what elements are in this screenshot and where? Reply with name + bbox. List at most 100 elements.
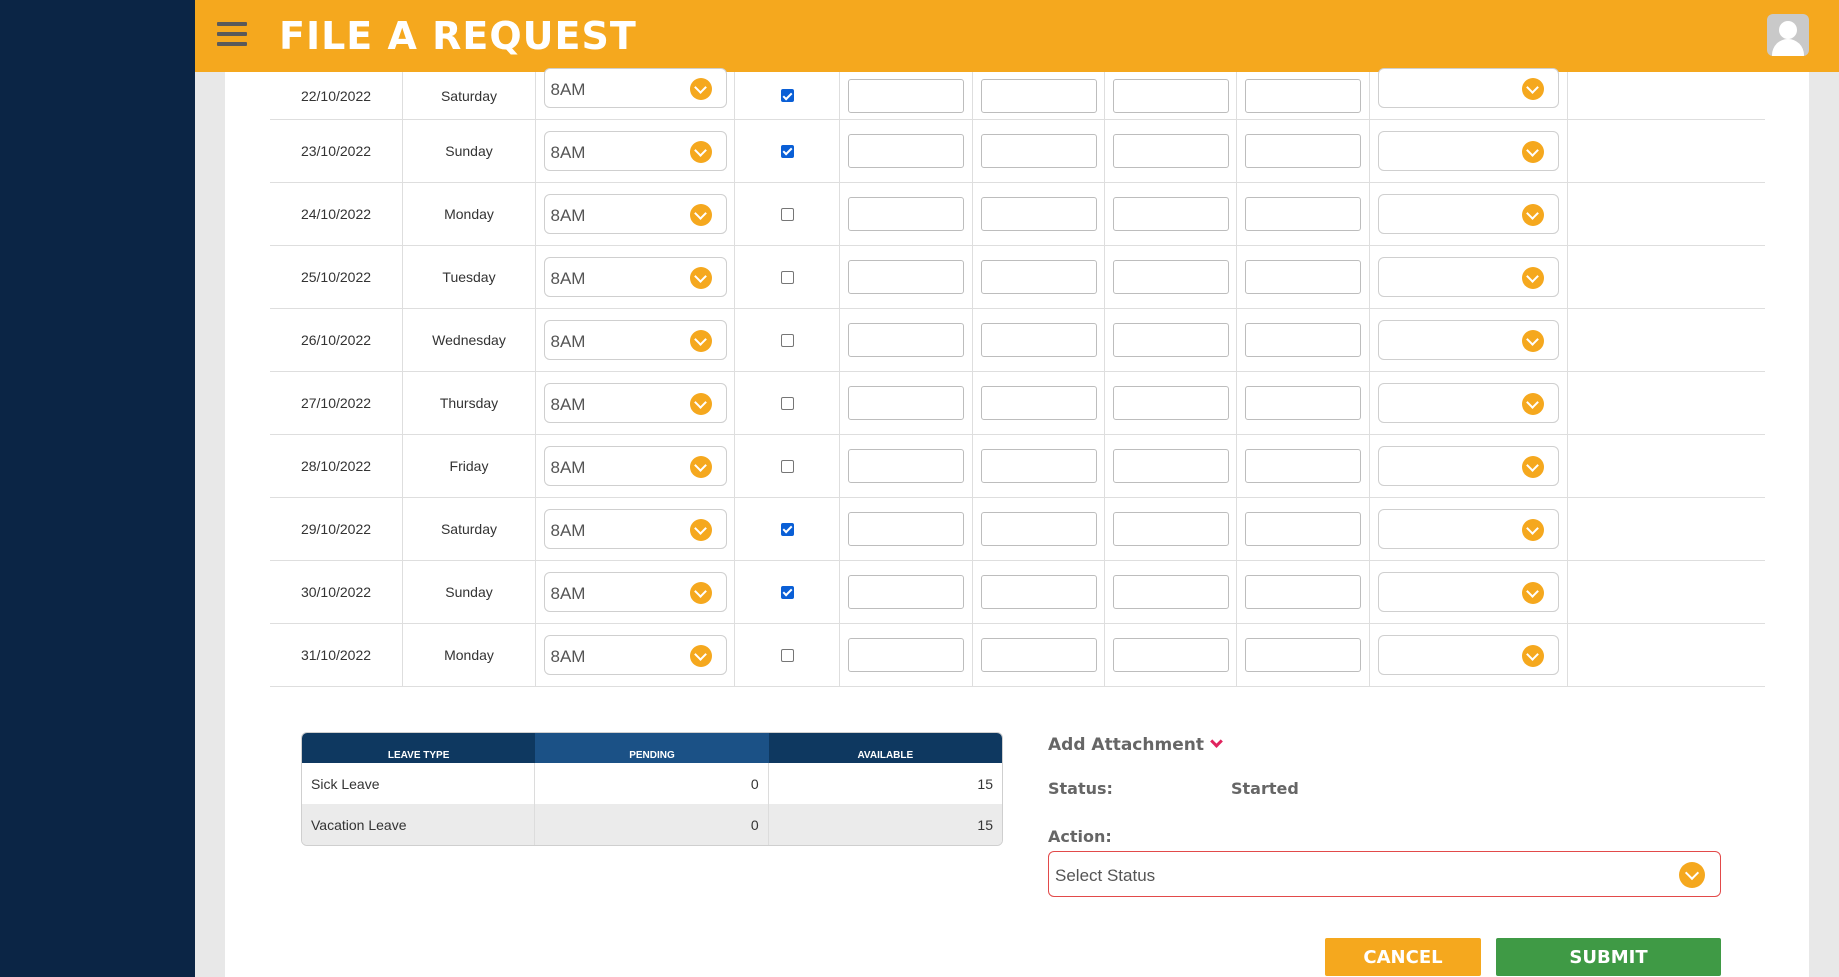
- time-input[interactable]: [1245, 260, 1361, 294]
- type-select[interactable]: [1378, 67, 1559, 108]
- time-input[interactable]: [980, 78, 1097, 113]
- day-checkbox[interactable]: [780, 89, 794, 102]
- time-input[interactable]: [848, 78, 964, 113]
- action-status-select[interactable]: Select Status: [1048, 851, 1721, 897]
- date-cell: 29/10/2022: [270, 498, 403, 560]
- input-cell: [973, 246, 1105, 308]
- input-cell: [973, 435, 1105, 497]
- day-cell: Saturday: [403, 498, 536, 560]
- time-select[interactable]: 8AM: [543, 509, 727, 549]
- time-input[interactable]: [848, 575, 964, 609]
- time-input[interactable]: [1112, 575, 1229, 609]
- time-input[interactable]: [1245, 638, 1361, 672]
- type-select[interactable]: [1378, 572, 1559, 612]
- day-checkbox[interactable]: [780, 144, 794, 158]
- available-cell: 15: [977, 775, 993, 792]
- time-input[interactable]: [980, 386, 1097, 420]
- chevron-down-icon: [1522, 582, 1544, 604]
- schedule-row: 28/10/2022 Friday 8AM: [270, 435, 1765, 498]
- day-checkbox[interactable]: [780, 333, 794, 347]
- input-cell: [840, 498, 973, 560]
- type-select[interactable]: [1378, 257, 1559, 297]
- time-input[interactable]: [1112, 134, 1229, 168]
- type-select[interactable]: [1378, 131, 1559, 171]
- time-input[interactable]: [848, 260, 964, 294]
- time-select[interactable]: 8AM: [543, 320, 727, 360]
- day-checkbox[interactable]: [780, 648, 794, 662]
- time-input[interactable]: [980, 260, 1097, 294]
- time-input[interactable]: [1112, 260, 1229, 294]
- time-input[interactable]: [848, 323, 964, 357]
- day-checkbox[interactable]: [780, 270, 794, 284]
- time-input[interactable]: [980, 638, 1097, 672]
- day-checkbox[interactable]: [780, 396, 794, 410]
- time-select[interactable]: 8AM: [543, 194, 727, 234]
- time-input[interactable]: [1112, 78, 1229, 113]
- time-input[interactable]: [1112, 197, 1229, 231]
- input-cell: [973, 561, 1105, 623]
- time-input[interactable]: [848, 134, 964, 168]
- table-row: Sick Leave 0 15: [302, 763, 1002, 804]
- day-checkbox[interactable]: [780, 522, 794, 536]
- time-input[interactable]: [980, 512, 1097, 546]
- day-cell: Friday: [403, 435, 536, 497]
- input-cell: [1105, 309, 1237, 371]
- day-checkbox[interactable]: [780, 459, 794, 473]
- time-select[interactable]: 8AM: [543, 383, 727, 423]
- time-input[interactable]: [1245, 197, 1361, 231]
- hamburger-menu-icon[interactable]: [217, 22, 247, 48]
- chevron-down-icon: [689, 330, 712, 352]
- time-input[interactable]: [848, 197, 964, 231]
- time-input[interactable]: [980, 323, 1097, 357]
- time-select[interactable]: 8AM: [543, 572, 727, 612]
- time-select[interactable]: 8AM: [543, 635, 727, 675]
- time-input[interactable]: [980, 575, 1097, 609]
- time-input[interactable]: [848, 638, 964, 672]
- checkbox-cell: [735, 246, 840, 308]
- type-select[interactable]: [1378, 446, 1559, 486]
- time-input[interactable]: [1112, 449, 1229, 483]
- user-avatar-icon[interactable]: [1767, 14, 1809, 56]
- time-input[interactable]: [1245, 386, 1361, 420]
- time-input[interactable]: [1245, 512, 1361, 546]
- time-input[interactable]: [1245, 78, 1361, 113]
- time-select[interactable]: 8AM: [543, 446, 727, 486]
- submit-button[interactable]: SUBMIT: [1496, 938, 1721, 976]
- date-cell: 22/10/2022: [270, 72, 403, 119]
- type-select[interactable]: [1378, 194, 1559, 234]
- add-attachment-link[interactable]: Add Attachment: [1048, 735, 1223, 755]
- time-input[interactable]: [1112, 386, 1229, 420]
- empty-cell: [1568, 183, 1765, 245]
- time-input[interactable]: [848, 512, 964, 546]
- time-input[interactable]: [1112, 512, 1229, 546]
- time-input[interactable]: [1245, 575, 1361, 609]
- input-cell: [840, 72, 973, 119]
- input-cell: [973, 309, 1105, 371]
- time-input[interactable]: [980, 134, 1097, 168]
- time-input[interactable]: [1245, 134, 1361, 168]
- time-select[interactable]: 8AM: [543, 257, 727, 297]
- schedule-row: 24/10/2022 Monday 8AM: [270, 183, 1765, 246]
- cancel-button[interactable]: CANCEL: [1325, 938, 1481, 976]
- type-select[interactable]: [1378, 383, 1559, 423]
- day-checkbox[interactable]: [780, 207, 794, 221]
- time-input[interactable]: [1245, 449, 1361, 483]
- time-input[interactable]: [848, 449, 964, 483]
- time-input[interactable]: [980, 449, 1097, 483]
- type-select[interactable]: [1378, 320, 1559, 360]
- time-input[interactable]: [1112, 323, 1229, 357]
- type-select[interactable]: [1378, 635, 1559, 675]
- time-input[interactable]: [1245, 323, 1361, 357]
- time-select[interactable]: 8AM: [543, 131, 727, 171]
- input-cell: [840, 120, 973, 182]
- day-checkbox[interactable]: [780, 585, 794, 599]
- checkbox-cell: [735, 120, 840, 182]
- time-input[interactable]: [1112, 638, 1229, 672]
- schedule-row: 26/10/2022 Wednesday 8AM: [270, 309, 1765, 372]
- time-input[interactable]: [980, 197, 1097, 231]
- pending-cell: 0: [535, 804, 769, 845]
- time-input[interactable]: [848, 386, 964, 420]
- header-pending: PENDING: [535, 733, 769, 763]
- time-select[interactable]: 8AM: [543, 67, 727, 108]
- type-select[interactable]: [1378, 509, 1559, 549]
